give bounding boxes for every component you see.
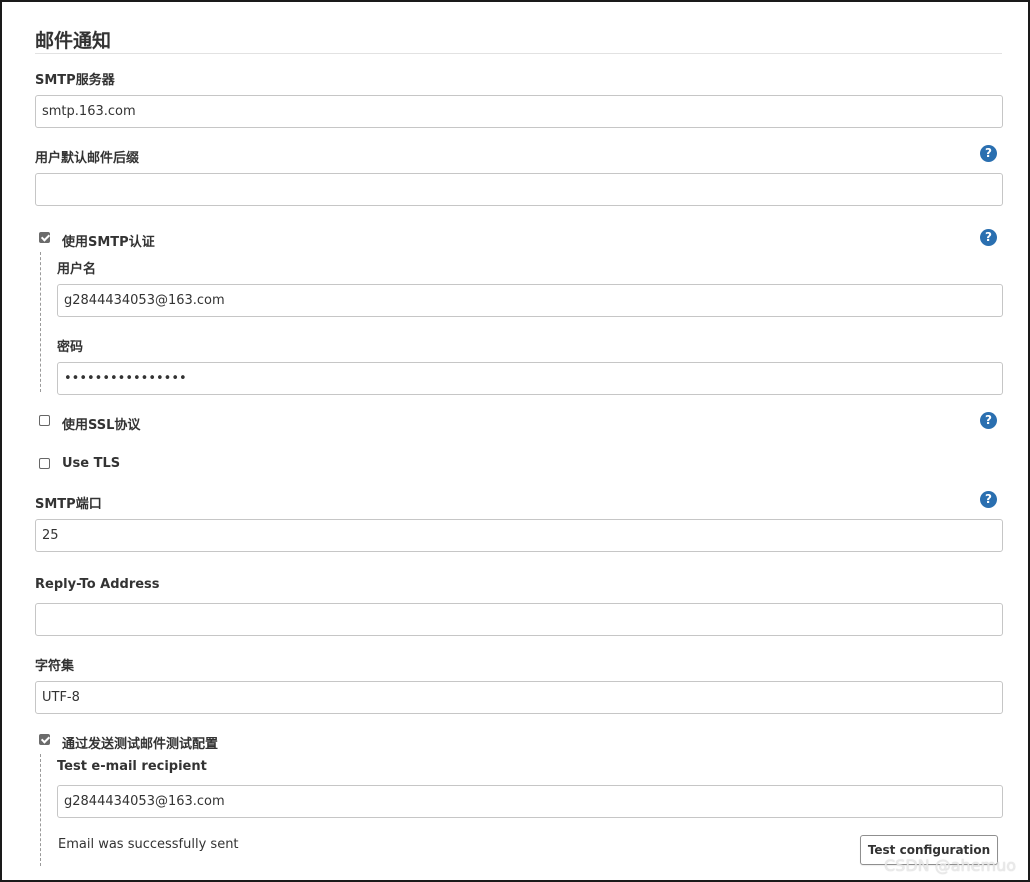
tls-label: Use TLS bbox=[62, 456, 121, 471]
auth-group-indent-line bbox=[40, 252, 41, 392]
default-suffix-input[interactable] bbox=[35, 173, 1003, 206]
smtp-server-label: SMTP服务器 bbox=[35, 73, 115, 88]
smtp-auth-checkbox[interactable] bbox=[39, 232, 50, 243]
test-recipient-input[interactable]: g2844434053@163.com bbox=[57, 785, 1003, 818]
password-label: 密码 bbox=[57, 340, 84, 355]
reply-to-input[interactable] bbox=[35, 603, 1003, 636]
test-config-checkbox[interactable] bbox=[39, 734, 50, 745]
ssl-label: 使用SSL协议 bbox=[62, 418, 141, 433]
smtp-port-label: SMTP端口 bbox=[35, 497, 102, 512]
email-notification-panel: 邮件通知 SMTP服务器 smtp.163.com 用户默认邮件后缀 ? 使用S… bbox=[0, 0, 1030, 882]
section-title: 邮件通知 bbox=[35, 30, 112, 52]
help-icon[interactable]: ? bbox=[980, 491, 997, 508]
charset-label: 字符集 bbox=[35, 659, 75, 674]
ssl-checkbox[interactable] bbox=[39, 415, 50, 426]
test-config-label: 通过发送测试邮件测试配置 bbox=[62, 737, 219, 752]
username-input[interactable]: g2844434053@163.com bbox=[57, 284, 1003, 317]
password-input[interactable]: •••••••••••••••• bbox=[57, 362, 1003, 395]
smtp-server-input[interactable]: smtp.163.com bbox=[35, 95, 1003, 128]
test-recipient-label: Test e-mail recipient bbox=[57, 759, 207, 774]
smtp-port-input[interactable]: 25 bbox=[35, 519, 1003, 552]
help-icon[interactable]: ? bbox=[980, 145, 997, 162]
default-suffix-label: 用户默认邮件后缀 bbox=[35, 151, 140, 166]
help-icon[interactable]: ? bbox=[980, 412, 997, 429]
watermark: CSDN @ahemuo bbox=[884, 856, 1017, 875]
test-status-message: Email was successfully sent bbox=[58, 837, 239, 852]
charset-input[interactable]: UTF-8 bbox=[35, 681, 1003, 714]
reply-to-label: Reply-To Address bbox=[35, 577, 160, 592]
test-group-indent-line bbox=[40, 754, 41, 866]
help-icon[interactable]: ? bbox=[980, 229, 997, 246]
section-divider bbox=[35, 53, 1002, 54]
smtp-auth-label: 使用SMTP认证 bbox=[62, 235, 155, 250]
tls-checkbox[interactable] bbox=[39, 458, 50, 469]
username-label: 用户名 bbox=[57, 262, 97, 277]
